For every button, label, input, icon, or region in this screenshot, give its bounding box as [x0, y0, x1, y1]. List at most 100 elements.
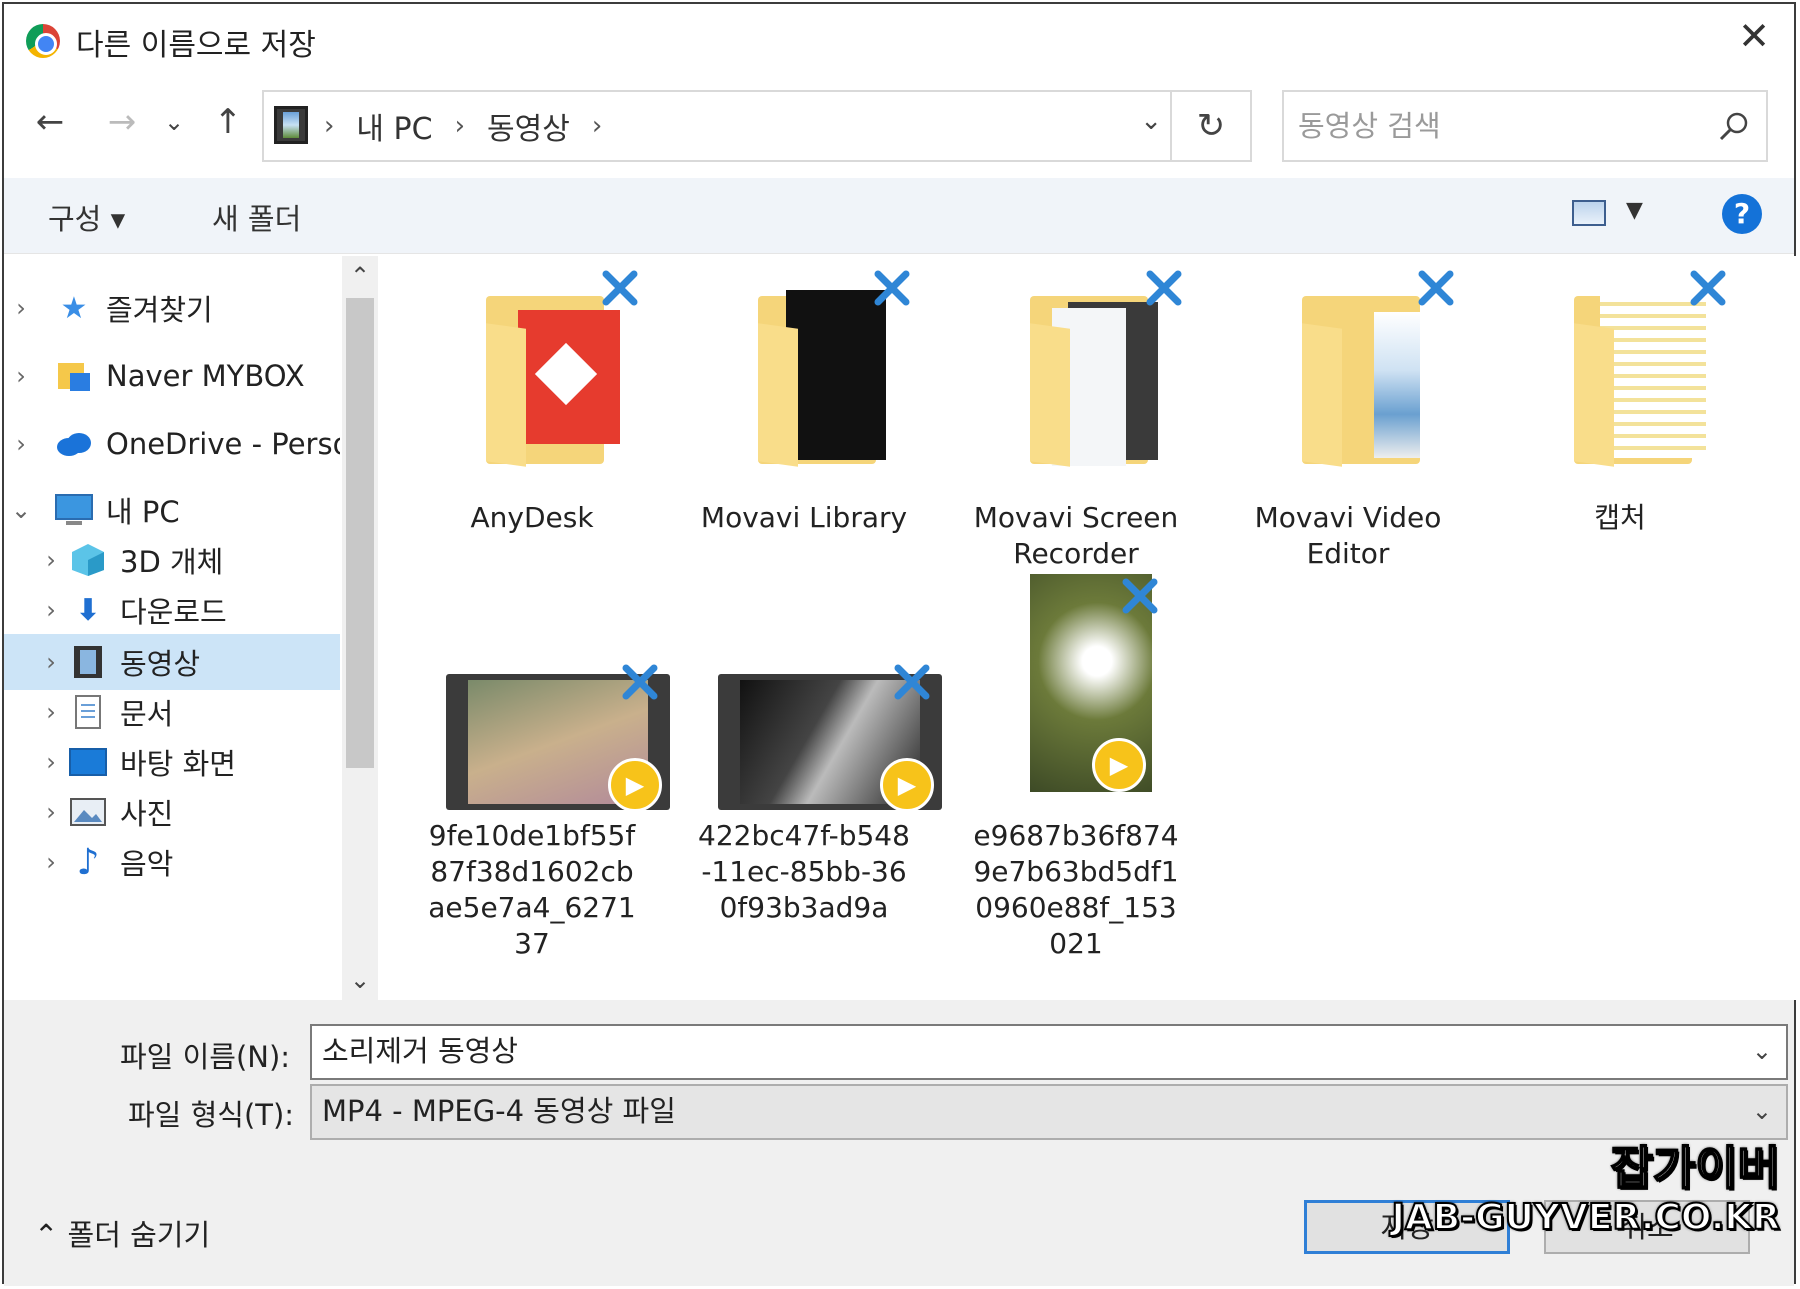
sidebar-item-label: OneDrive - Personal — [106, 427, 340, 461]
scroll-thumb[interactable] — [346, 298, 374, 768]
sidebar-scrollbar[interactable]: ⌃ ⌄ — [342, 256, 378, 1000]
picture-icon — [68, 793, 108, 831]
navigation-pane: › ★ 즐겨찾기 › Naver MYBOX › OneDrive - Pers… — [4, 256, 380, 1000]
address-bar[interactable]: › 내 PC › 동영상 › ⌄ ↻ — [262, 90, 1252, 162]
pin-icon — [874, 270, 910, 306]
scroll-down-icon[interactable]: ⌄ — [342, 960, 378, 1000]
refresh-button[interactable]: ↻ — [1170, 92, 1250, 160]
breadcrumb-my-pc[interactable]: 내 PC — [356, 104, 432, 148]
expand-icon[interactable]: › — [34, 546, 68, 574]
sidebar-item-my-pc[interactable]: ⌄ 내 PC — [4, 482, 340, 538]
sidebar-item-documents[interactable]: › 문서 — [4, 684, 340, 740]
filename-value[interactable]: 소리제거 동영상 — [322, 1034, 518, 1068]
title-bar: 다른 이름으로 저장 ✕ — [4, 4, 1794, 74]
view-options-icon[interactable] — [1572, 200, 1606, 226]
sidebar-item-onedrive[interactable]: › OneDrive - Personal — [4, 416, 340, 472]
folder-item[interactable]: 캡처 — [1484, 256, 1756, 536]
filetype-value[interactable]: MP4 - MPEG-4 동영상 파일 — [322, 1094, 676, 1128]
file-name: 9fe10de1bf55f87f38d1602cbae5e7a4_627137 — [428, 819, 636, 960]
sidebar-item-music[interactable]: › ♪ 음악 — [4, 834, 340, 890]
pin-icon — [622, 664, 658, 700]
video-thumbnail-icon: ▶ — [396, 574, 670, 814]
file-name: Movavi Screen Recorder — [973, 501, 1179, 570]
scroll-up-icon[interactable]: ⌃ — [342, 256, 378, 296]
expand-icon[interactable]: › — [4, 294, 38, 322]
breadcrumb-videos[interactable]: 동영상 — [487, 104, 570, 148]
forward-button[interactable]: → — [102, 100, 142, 144]
play-icon: ▶ — [880, 758, 934, 812]
pin-icon — [894, 664, 930, 700]
play-icon: ▶ — [1092, 738, 1146, 792]
chevron-down-icon[interactable]: ⌄ — [1752, 1086, 1772, 1136]
play-icon: ▶ — [608, 758, 662, 812]
address-dropdown-icon[interactable]: ⌄ — [1140, 106, 1162, 136]
file-name: 캡처 — [1594, 501, 1646, 534]
sidebar-item-3d-objects[interactable]: › 3D 개체 — [4, 532, 340, 588]
folder-item[interactable]: Movavi Screen Recorder — [940, 256, 1212, 572]
chrome-icon — [26, 24, 60, 58]
sidebar-item-label: 동영상 — [120, 647, 201, 681]
folder-item[interactable]: Movavi Library — [668, 256, 940, 536]
organize-button[interactable]: 구성 ▾ — [48, 196, 125, 238]
pin-icon — [1122, 578, 1158, 614]
video-file-item[interactable]: ▶ 9fe10de1bf55f87f38d1602cbae5e7a4_62713… — [396, 574, 670, 962]
collapse-icon[interactable]: ⌄ — [4, 496, 38, 524]
sidebar-item-favorites[interactable]: › ★ 즐겨찾기 — [4, 280, 340, 336]
cloud-icon — [54, 425, 94, 463]
breadcrumb-separator-icon[interactable]: › — [324, 111, 334, 141]
search-icon[interactable] — [1718, 110, 1750, 142]
expand-icon[interactable]: › — [4, 362, 38, 390]
video-file-item[interactable]: ▶ 422bc47f-b548-11ec-85bb-360f93b3ad9a — [668, 574, 942, 926]
command-bar: 구성 ▾ 새 폴더 ▼ ? — [4, 178, 1794, 254]
pin-icon — [1690, 270, 1726, 306]
expand-icon[interactable]: › — [34, 698, 68, 726]
file-name: Movavi Library — [700, 501, 908, 534]
video-file-item[interactable]: ▶ e9687b36f8749e7b63bd5df10960e88f_15302… — [940, 574, 1212, 962]
chevron-down-icon[interactable]: ⌄ — [1752, 1026, 1772, 1076]
hide-folders-button[interactable]: ⌃ 폴더 숨기기 — [34, 1212, 210, 1254]
search-box[interactable] — [1282, 90, 1768, 162]
music-icon: ♪ — [76, 841, 100, 883]
video-thumbnail-icon: ▶ — [940, 574, 1212, 814]
new-folder-button[interactable]: 새 폴더 — [212, 196, 301, 238]
back-button[interactable]: ← — [30, 100, 70, 144]
sidebar-item-label: 바탕 화면 — [120, 747, 236, 781]
sidebar-item-label: 내 PC — [106, 495, 180, 529]
close-button[interactable]: ✕ — [1732, 16, 1776, 60]
file-name: AnyDesk — [470, 501, 594, 534]
breadcrumb-separator-icon[interactable]: › — [455, 111, 465, 141]
view-dropdown-icon[interactable]: ▼ — [1626, 198, 1643, 223]
recent-locations-button[interactable]: ⌄ — [154, 100, 194, 144]
sidebar-item-label: 문서 — [120, 697, 174, 731]
save-as-dialog: 다른 이름으로 저장 ✕ ← → ⌄ ↑ › 내 PC › 동영상 › ⌄ ↻ … — [2, 2, 1796, 1286]
sidebar-item-label: 음악 — [120, 847, 174, 881]
sidebar-item-downloads[interactable]: › ⬇ 다운로드 — [4, 582, 340, 638]
breadcrumb-separator-icon[interactable]: › — [592, 111, 602, 141]
video-folder-icon — [274, 106, 308, 144]
up-button[interactable]: ↑ — [208, 100, 248, 144]
filetype-select[interactable]: MP4 - MPEG-4 동영상 파일 ⌄ — [310, 1084, 1788, 1140]
filetype-label: 파일 형식(T): — [128, 1098, 295, 1132]
expand-icon[interactable]: › — [34, 648, 68, 676]
folder-item[interactable]: Movavi Video Editor — [1212, 256, 1484, 572]
help-button[interactable]: ? — [1722, 194, 1762, 234]
expand-icon[interactable]: › — [34, 848, 68, 876]
sidebar-item-pictures[interactable]: › 사진 — [4, 784, 340, 840]
file-list: AnyDesk Movavi Library Movavi Screen Rec… — [382, 256, 1796, 1000]
sidebar-item-videos[interactable]: › 동영상 — [4, 634, 340, 690]
sidebar-item-naver-mybox[interactable]: › Naver MYBOX — [4, 348, 340, 404]
expand-icon[interactable]: › — [34, 748, 68, 776]
sidebar-item-label: Naver MYBOX — [106, 359, 305, 393]
file-name: 422bc47f-b548-11ec-85bb-360f93b3ad9a — [698, 819, 910, 924]
sidebar-item-desktop[interactable]: › 바탕 화면 — [4, 734, 340, 790]
expand-icon[interactable]: › — [34, 596, 68, 624]
search-input[interactable] — [1298, 104, 1698, 148]
folder-item[interactable]: AnyDesk — [396, 256, 668, 536]
expand-icon[interactable]: › — [4, 430, 38, 458]
filename-input[interactable]: 소리제거 동영상 ⌄ — [310, 1024, 1788, 1080]
expand-icon[interactable]: › — [34, 798, 68, 826]
filename-label: 파일 이름(N): — [120, 1040, 291, 1074]
folder-icon — [940, 256, 1212, 496]
mybox-icon — [54, 357, 94, 395]
sidebar-item-label: 다운로드 — [120, 595, 227, 629]
